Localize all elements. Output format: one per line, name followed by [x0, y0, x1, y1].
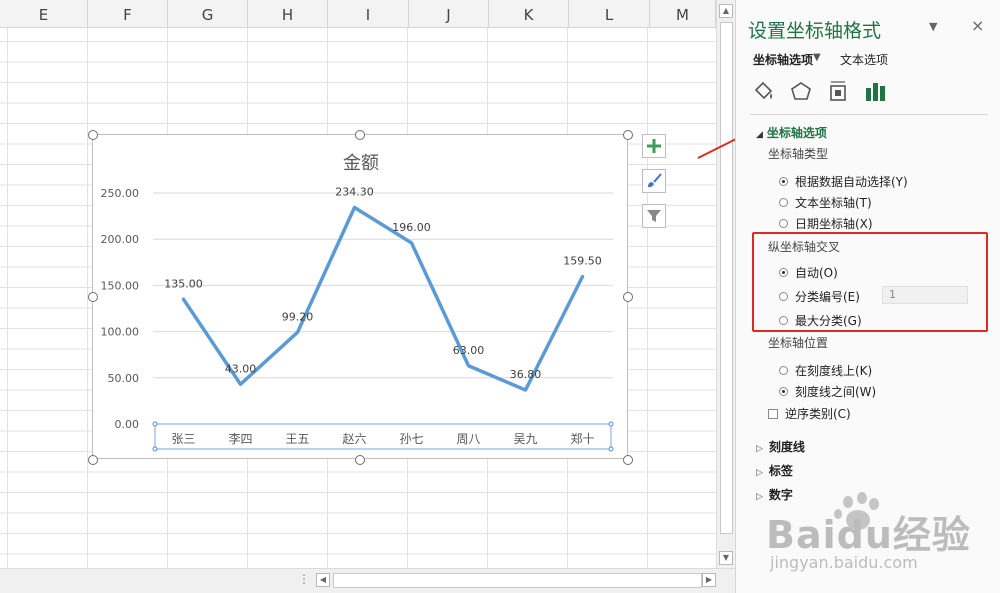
horizontal-scroll-thumb[interactable] — [333, 573, 702, 588]
baidu-watermark: Baidu经验 jingyan.baidu.com — [762, 490, 992, 580]
column-headers: E F G H I J K L M — [0, 0, 735, 28]
axis-selection-handle — [152, 421, 158, 427]
chevron-right-icon: ▷ — [756, 444, 763, 454]
data-label: 234.30 — [335, 186, 374, 199]
watermark-url: jingyan.baidu.com — [770, 553, 918, 572]
data-label: 196.00 — [392, 221, 431, 234]
y-tick-label: 200.00 — [101, 233, 140, 246]
y-tick-label: 0.00 — [115, 418, 140, 431]
column-header[interactable]: H — [248, 0, 328, 27]
column-header[interactable]: K — [489, 0, 569, 27]
axis-options-icon[interactable] — [863, 80, 887, 102]
vertical-scroll-thumb[interactable] — [720, 22, 733, 534]
size-properties-icon[interactable] — [826, 80, 850, 102]
data-label: 135.00 — [164, 277, 203, 290]
axis-selection-handle — [608, 421, 614, 427]
data-label: 63.00 — [453, 344, 485, 357]
data-label: 99.20 — [282, 310, 314, 323]
x-tick-label: 王五 — [285, 432, 309, 446]
chart-plot: 0.00 50.00 100.00 150.00 200.00 250.00 张三 李四 王五 赵… — [101, 186, 614, 452]
resize-handle[interactable] — [623, 292, 633, 302]
filter-icon — [647, 210, 661, 222]
resize-handle[interactable] — [88, 292, 98, 302]
radio-date-axis[interactable]: 日期坐标轴(X) — [779, 215, 873, 232]
axis-selection-handle — [152, 446, 158, 452]
x-tick-label: 赵六 — [342, 432, 366, 446]
chevron-down-icon[interactable]: ▼ — [813, 52, 821, 63]
brush-icon — [648, 173, 662, 188]
data-label: 159.50 — [563, 255, 602, 268]
column-header[interactable]: J — [409, 0, 489, 27]
x-tick-label: 周八 — [456, 432, 480, 446]
resize-handle[interactable] — [88, 130, 98, 140]
spreadsheet[interactable]: E F G H I J K L M ▲ ▼ ⋮ ◀ ▶ 金额 0.00 50.00… — [0, 0, 735, 593]
resize-handle[interactable] — [355, 455, 365, 465]
y-tick-label: 250.00 — [101, 187, 140, 200]
x-tick-label: 吴九 — [513, 432, 537, 446]
resize-handle[interactable] — [88, 455, 98, 465]
column-header[interactable]: M — [650, 0, 716, 27]
panel-title: 设置坐标轴格式 — [748, 20, 882, 42]
column-header[interactable]: G — [168, 0, 248, 27]
tab-axis-options[interactable]: 坐标轴选项 — [753, 51, 813, 68]
category-axis-selection — [154, 423, 612, 450]
data-label: 36.80 — [510, 368, 542, 381]
radio-between-tick-marks[interactable]: 刻度线之间(W) — [779, 383, 876, 400]
horizontal-scrollbar[interactable]: ⋮ ◀ ▶ — [0, 568, 735, 593]
fill-line-icon[interactable] — [752, 80, 776, 102]
close-icon[interactable]: × — [971, 16, 984, 35]
x-tick-label: 李四 — [228, 431, 252, 446]
column-header[interactable]: I — [328, 0, 409, 27]
annotation-highlight-box — [752, 232, 988, 332]
axis-type-label: 坐标轴类型 — [768, 147, 829, 161]
chart-elements-button[interactable] — [642, 134, 666, 158]
checkbox-reverse-categories[interactable]: 逆序类别(C) — [768, 405, 851, 422]
section-labels[interactable]: ▷ 标签 — [756, 462, 793, 479]
resize-handle[interactable] — [623, 455, 633, 465]
x-tick-label: 郑十 — [570, 431, 594, 446]
plus-icon — [647, 139, 661, 153]
data-label: 43.00 — [225, 362, 257, 375]
tab-text-options[interactable]: 文本选项 — [840, 51, 888, 68]
divider — [750, 114, 988, 115]
scroll-left-icon[interactable]: ◀ — [316, 573, 330, 587]
panel-options-dropdown-icon[interactable]: ▼ — [929, 20, 937, 33]
chevron-down-icon: ◢ — [756, 130, 763, 140]
scroll-up-icon[interactable]: ▲ — [719, 4, 733, 18]
chevron-right-icon: ▷ — [756, 468, 763, 478]
axis-selection-handle — [608, 446, 614, 452]
column-header[interactable]: E — [0, 0, 88, 27]
section-axis-options[interactable]: ◢ 坐标轴选项 — [756, 124, 827, 141]
resize-handle[interactable] — [355, 130, 365, 140]
column-header[interactable]: L — [569, 0, 650, 27]
radio-text-axis[interactable]: 文本坐标轴(T) — [779, 194, 872, 211]
y-tick-label: 100.00 — [101, 326, 140, 339]
resize-handle[interactable] — [623, 130, 633, 140]
column-header[interactable]: F — [88, 0, 168, 27]
chart-styles-button[interactable] — [642, 169, 666, 193]
effects-icon[interactable] — [789, 80, 813, 102]
scroll-down-icon[interactable]: ▼ — [719, 551, 733, 565]
watermark-brand: Baidu经验 — [766, 513, 971, 557]
split-handle-icon[interactable]: ⋮ — [298, 572, 310, 586]
line-chart[interactable]: 金额 0.00 50.00 100.00 150.00 200.00 250.00 张三 李四… — [92, 134, 628, 459]
section-tick-marks[interactable]: ▷ 刻度线 — [756, 438, 805, 455]
x-tick-label: 张三 — [171, 432, 195, 446]
x-tick-label: 孙七 — [399, 432, 423, 446]
radio-on-tick-marks[interactable]: 在刻度线上(K) — [779, 362, 872, 379]
radio-auto-select[interactable]: 根据数据自动选择(Y) — [779, 173, 908, 190]
chart-filters-button[interactable] — [642, 204, 666, 228]
axis-position-label: 坐标轴位置 — [768, 336, 829, 350]
y-tick-label: 50.00 — [108, 372, 140, 385]
scroll-right-icon[interactable]: ▶ — [702, 573, 716, 587]
vertical-scrollbar[interactable]: ▲ ▼ — [716, 0, 735, 593]
y-tick-label: 150.00 — [101, 279, 140, 292]
